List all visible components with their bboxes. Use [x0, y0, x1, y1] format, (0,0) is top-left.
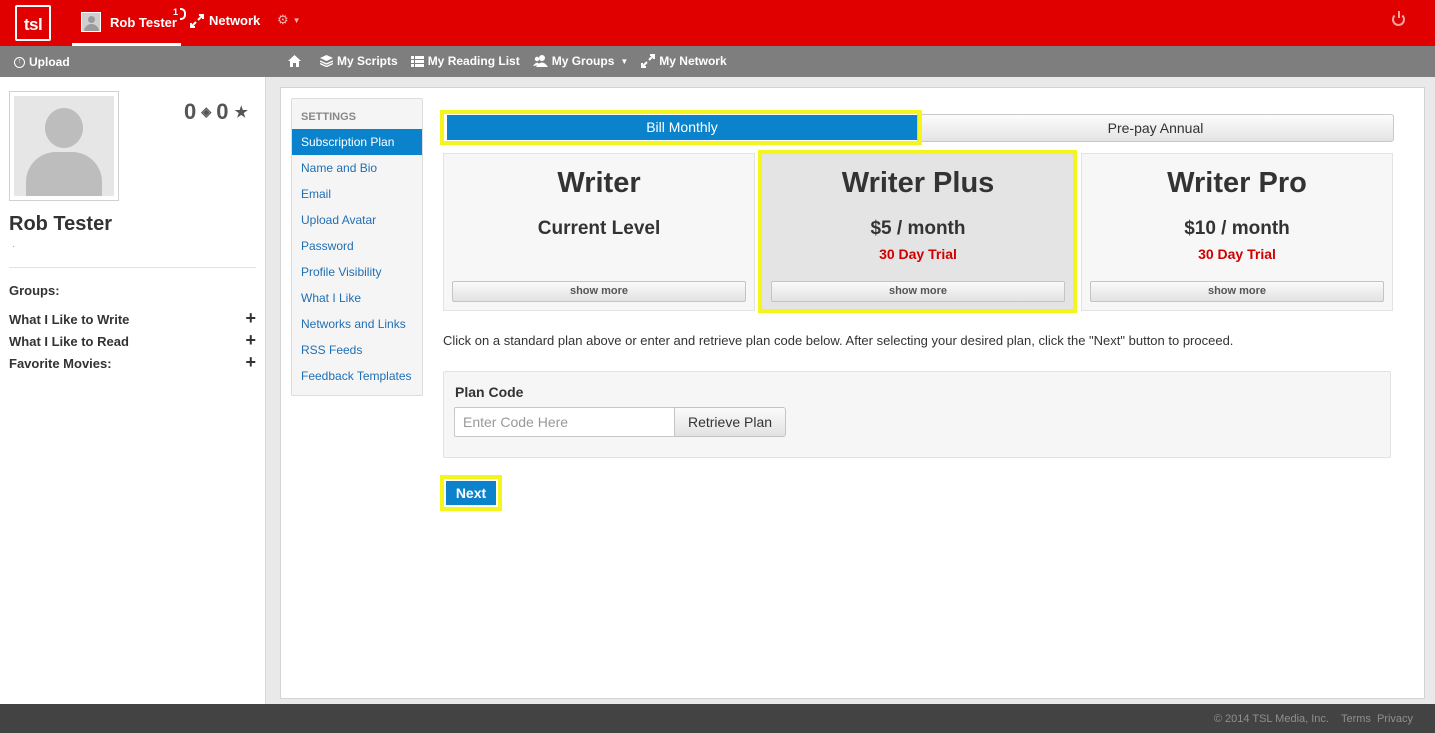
- settings-item-password[interactable]: Password: [292, 233, 422, 259]
- plan-name: Writer Plus: [841, 167, 995, 199]
- settings-item-email[interactable]: Email: [292, 181, 422, 207]
- plan-code-input[interactable]: [454, 407, 675, 437]
- gear-icon: ⚙: [277, 12, 289, 27]
- privacy-link[interactable]: Privacy: [1377, 713, 1413, 725]
- views-count: 0: [184, 99, 197, 124]
- plan-card-writer-plus[interactable]: Writer Plus $5 / month 30 Day Trial show…: [762, 153, 1074, 311]
- plan-price: $5 / month: [870, 218, 966, 239]
- nav-my-reading-list-label: My Reading List: [427, 54, 520, 68]
- plan-card-writer-pro[interactable]: Writer Pro $10 / month 30 Day Trial show…: [1081, 153, 1393, 311]
- power-icon[interactable]: [1392, 11, 1405, 26]
- prepay-annual-button[interactable]: Pre-pay Annual: [917, 114, 1394, 142]
- user-name-label: Rob Tester: [110, 15, 177, 30]
- home-icon: [288, 55, 301, 67]
- plan-trial: 30 Day Trial: [879, 246, 957, 262]
- add-icon[interactable]: +: [245, 353, 256, 371]
- group-icon: [532, 55, 548, 67]
- profile-avatar[interactable]: [9, 91, 119, 201]
- plan-code-section: Plan Code Retrieve Plan: [443, 371, 1391, 458]
- group-item: Favorite Movies: +: [9, 353, 256, 371]
- caret-down-icon: ▼: [620, 56, 629, 66]
- group-label: Favorite Movies:: [9, 356, 112, 371]
- profile-stats: 0 ◈ 0 ★: [184, 99, 248, 125]
- show-more-button[interactable]: show more: [452, 281, 746, 302]
- plan-price: Current Level: [537, 218, 661, 239]
- add-icon[interactable]: +: [245, 331, 256, 349]
- divider: [9, 267, 256, 268]
- nav-my-reading-list[interactable]: My Reading List: [410, 54, 520, 68]
- plan-name: Writer Pro: [1167, 167, 1307, 199]
- settings-item-profile-visibility[interactable]: Profile Visibility: [292, 259, 422, 285]
- notification-icon[interactable]: [180, 8, 186, 20]
- settings-item-subscription-plan[interactable]: Subscription Plan: [292, 129, 422, 155]
- upload-button[interactable]: ↑ Upload: [14, 55, 70, 69]
- profile-sidebar: 0 ◈ 0 ★ Rob Tester · Groups: What I Like…: [0, 77, 266, 704]
- plan-instructions: Click on a standard plan above or enter …: [443, 333, 1234, 348]
- nav-my-network-label: My Network: [659, 54, 727, 68]
- plan-card-writer[interactable]: Writer Current Level show more: [443, 153, 755, 311]
- nav-my-groups-label: My Groups: [551, 54, 615, 68]
- show-more-button[interactable]: show more: [1090, 281, 1384, 302]
- settings-item-upload-avatar[interactable]: Upload Avatar: [292, 207, 422, 233]
- settings-dropdown[interactable]: ⚙ ▼: [277, 12, 301, 28]
- avatar-icon: [81, 12, 101, 32]
- retrieve-plan-button[interactable]: Retrieve Plan: [674, 407, 786, 437]
- add-icon[interactable]: +: [245, 309, 256, 327]
- settings-item-feedback-templates[interactable]: Feedback Templates: [292, 363, 422, 389]
- group-item: What I Like to Write +: [9, 309, 256, 327]
- caret-down-icon: ▼: [292, 16, 301, 26]
- secondary-navbar: ↑ Upload My Scripts My Reading List My G…: [0, 46, 1435, 77]
- plan-code-label: Plan Code: [455, 384, 524, 400]
- upload-label: Upload: [29, 55, 70, 69]
- group-label: What I Like to Read: [9, 334, 129, 349]
- settings-menu: SETTINGS Subscription Plan Name and Bio …: [291, 98, 423, 396]
- settings-item-what-i-like[interactable]: What I Like: [292, 285, 422, 311]
- settings-item-name-and-bio[interactable]: Name and Bio: [292, 155, 422, 181]
- footer: © 2014 TSL Media, Inc. Terms Privacy: [0, 704, 1435, 733]
- network-icon: [190, 13, 204, 28]
- groups-title: Groups:: [9, 283, 60, 298]
- stars-count: 0: [216, 99, 229, 124]
- network-link[interactable]: Network: [190, 13, 260, 28]
- network-label: Network: [209, 13, 261, 28]
- upload-icon: ↑: [14, 56, 25, 68]
- star-icon: ★: [234, 104, 248, 121]
- network-icon: [641, 54, 656, 68]
- nav-my-network[interactable]: My Network: [641, 54, 727, 68]
- nav-home[interactable]: [288, 55, 301, 67]
- next-button[interactable]: Next: [446, 481, 496, 505]
- profile-name: Rob Tester: [9, 213, 112, 235]
- settings-item-networks-and-links[interactable]: Networks and Links: [292, 311, 422, 337]
- tsl-logo[interactable]: tsl: [15, 5, 51, 41]
- copyright: © 2014 TSL Media, Inc.: [1213, 713, 1329, 725]
- settings-heading: SETTINGS: [301, 111, 357, 123]
- nav-my-scripts[interactable]: My Scripts: [320, 54, 398, 68]
- eye-icon: ◈: [201, 104, 212, 119]
- profile-subtitle: ·: [12, 241, 16, 252]
- bill-monthly-button[interactable]: Bill Monthly: [447, 115, 917, 140]
- terms-link[interactable]: Terms: [1341, 713, 1371, 725]
- user-profile-tab[interactable]: Rob Tester: [72, 0, 181, 46]
- nav-my-scripts-label: My Scripts: [337, 54, 398, 68]
- plan-name: Writer: [557, 167, 641, 199]
- settings-item-rss-feeds[interactable]: RSS Feeds: [292, 337, 422, 363]
- plan-trial: 30 Day Trial: [1198, 246, 1276, 262]
- layers-icon: [320, 55, 333, 67]
- list-icon: [410, 55, 424, 67]
- group-item: What I Like to Read +: [9, 331, 256, 349]
- show-more-button[interactable]: show more: [771, 281, 1065, 302]
- top-navbar: tsl Rob Tester 1 Network ⚙ ▼: [0, 0, 1435, 46]
- nav-my-groups[interactable]: My Groups ▼: [532, 54, 629, 68]
- group-label: What I Like to Write: [9, 312, 130, 327]
- notification-badge[interactable]: 1: [173, 7, 178, 17]
- plan-price: $10 / month: [1184, 218, 1290, 239]
